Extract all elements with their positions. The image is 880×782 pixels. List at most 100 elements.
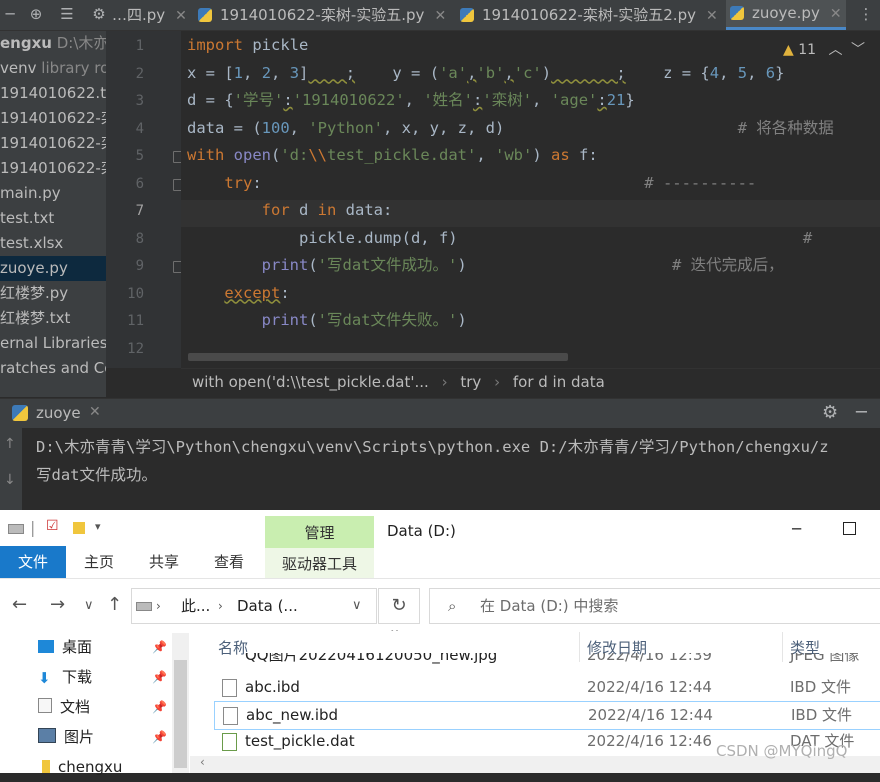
chevron-down-icon[interactable]: ∨	[352, 589, 362, 623]
gear-icon[interactable]: ⚙	[822, 402, 838, 423]
tree-item-selected[interactable]: zuoye.py	[0, 256, 106, 281]
recent-dropdown-icon[interactable]: ∨	[84, 598, 94, 613]
code-token: ;	[308, 63, 356, 82]
file-name: QQ图片20220416120050_new.jpg	[245, 653, 498, 664]
arrow-up-icon[interactable]: ↑	[4, 436, 16, 452]
tab-label: …四.py	[112, 6, 166, 24]
project-root[interactable]: engxu D:\木亦青	[0, 31, 106, 56]
pin-icon[interactable]: 📌	[152, 700, 167, 714]
breadcrumb-item[interactable]: try	[460, 373, 481, 391]
line-number[interactable]: 2	[106, 66, 144, 82]
forward-arrow-icon[interactable]: →	[50, 594, 65, 615]
tree-item[interactable]: 1914010622-栾	[0, 156, 106, 181]
line-number[interactable]: 3	[106, 93, 144, 109]
refresh-button[interactable]: ↻	[378, 588, 420, 624]
properties-icon[interactable]: ☑	[46, 518, 59, 534]
tree-item[interactable]: main.py	[0, 181, 61, 206]
back-arrow-icon[interactable]: ←	[12, 594, 27, 615]
tree-item[interactable]: 1914010622-栾	[0, 131, 106, 156]
run-tab-label[interactable]: zuoye	[36, 404, 81, 422]
tab-file-3[interactable]: 1914010622-栾树-实验五2.py ✕	[460, 0, 718, 30]
pin-icon[interactable]: 📌	[152, 640, 167, 654]
code-token: try	[224, 173, 253, 192]
line-number[interactable]: 7	[106, 203, 144, 219]
line-number[interactable]: 11	[106, 313, 144, 329]
tab-view[interactable]: 查看	[214, 546, 244, 578]
address-segment[interactable]: Data (...	[237, 589, 298, 623]
search-input[interactable]: ⌕ 在 Data (D:) 中搜索	[429, 588, 880, 624]
line-number[interactable]: 8	[106, 231, 144, 247]
file-row[interactable]: QQ图片20220416120050_new.jpg 2022/4/16 12:…	[214, 653, 880, 669]
code-editor[interactable]: import pickle x = [1, 2, 3] ; y = ('a','b…	[181, 31, 880, 368]
nav-item-desktop[interactable]: 桌面	[38, 632, 92, 662]
nav-item-downloads[interactable]: ⬇ 下载	[38, 662, 92, 692]
breadcrumb-item[interactable]: for d in data	[513, 373, 605, 391]
pin-icon[interactable]: 📌	[152, 730, 167, 744]
more-tabs-icon[interactable]: ⋮	[856, 4, 876, 24]
tree-item-external-libraries[interactable]: ernal Libraries	[0, 331, 106, 356]
pin-icon[interactable]: 📌	[152, 670, 167, 684]
folder-icon	[42, 760, 50, 773]
line-number[interactable]: 10	[106, 286, 144, 302]
code-token: )	[457, 311, 467, 329]
maximize-icon[interactable]	[843, 522, 856, 535]
chevron-up-icon[interactable]: ︿	[829, 42, 843, 58]
line-number[interactable]: 9	[106, 258, 144, 274]
code-token: test_pickle.dat'	[327, 146, 477, 164]
line-number[interactable]: 1	[106, 38, 144, 54]
line-number[interactable]: 4	[106, 121, 144, 137]
nav-item-documents[interactable]: 文档	[38, 692, 90, 722]
customize-dropdown-icon[interactable]: ▾	[95, 520, 101, 533]
context-tab-group: 管理	[265, 516, 374, 548]
project-tree: engxu D:\木亦青 venv library ro 1914010622.…	[0, 31, 106, 397]
nav-item-chengxu[interactable]: chengxu	[38, 752, 122, 782]
chevron-down-icon[interactable]: ﹀	[851, 42, 865, 58]
close-icon[interactable]: ✕	[706, 8, 718, 24]
tree-item[interactable]: test.txt	[0, 206, 54, 231]
close-icon[interactable]: ✕	[434, 8, 446, 24]
folder-icon[interactable]	[73, 522, 85, 534]
address-bar[interactable]: › 此... › Data (... ∨	[131, 588, 377, 624]
tree-item-venv[interactable]: venv library ro	[0, 56, 106, 81]
hide-icon[interactable]: ─	[856, 402, 867, 423]
tree-item[interactable]: 1914010622.tx	[0, 81, 106, 106]
run-console[interactable]: D:\木亦青青\学习\Python\chengxu\venv\Scripts\p…	[0, 428, 880, 510]
tab-file[interactable]: 文件	[0, 546, 66, 578]
tree-item[interactable]: 红楼梦.py	[0, 281, 68, 306]
file-row[interactable]: abc.ibd 2022/4/16 12:44 IBD 文件	[214, 674, 880, 701]
close-icon[interactable]: ✕	[89, 404, 101, 420]
line-number[interactable]: 5	[106, 148, 144, 164]
tree-item[interactable]: 红楼梦.txt	[0, 306, 70, 331]
code-line: import pickle	[187, 32, 308, 59]
hide-icon[interactable]: ─	[0, 4, 20, 24]
close-icon[interactable]: ✕	[830, 6, 842, 22]
tab-share[interactable]: 共享	[149, 546, 179, 578]
arrow-down-icon[interactable]: ↓	[4, 472, 16, 488]
nav-item-pictures[interactable]: 图片	[38, 722, 94, 752]
breadcrumb-item[interactable]: with open('d:\\test_pickle.dat'...	[192, 373, 429, 391]
chevron-right-icon: ›	[494, 373, 501, 391]
inspection-widget[interactable]: ▲ 11 ︿ ﹀	[783, 39, 880, 59]
tree-item[interactable]: test.xlsx	[0, 231, 63, 256]
tab-zuoye[interactable]: zuoye.py ✕	[726, 0, 846, 30]
up-arrow-icon[interactable]: ↑	[107, 594, 122, 615]
line-number[interactable]: 12	[106, 341, 144, 357]
line-number[interactable]: 6	[106, 176, 144, 192]
tree-item[interactable]: 1914010622-栾	[0, 106, 106, 131]
tree-item-scratches[interactable]: ratches and Co	[0, 356, 106, 381]
nav-scrollbar-thumb[interactable]	[174, 660, 187, 768]
collapse-icon[interactable]: ☰	[57, 4, 77, 24]
minimize-icon[interactable]: ─	[792, 520, 801, 538]
close-icon[interactable]: ✕	[175, 8, 187, 24]
target-icon[interactable]: ⊕	[26, 4, 46, 24]
tab-home[interactable]: 主页	[84, 546, 114, 578]
settings-icon[interactable]: ⚙	[89, 4, 109, 24]
address-segment[interactable]: 此...	[181, 589, 210, 623]
file-row-hovered[interactable]: abc_new.ibd 2022/4/16 12:44 IBD 文件	[214, 701, 880, 730]
scroll-left-icon[interactable]: ‹	[200, 755, 205, 769]
tab-file-2[interactable]: 1914010622-栾树-实验五.py ✕	[198, 0, 446, 30]
code-token: '姓名'	[423, 91, 474, 109]
tab-drive-tools[interactable]: 驱动器工具	[265, 548, 374, 578]
tab-file-1[interactable]: …四.py ✕	[112, 0, 187, 30]
editor-horizontal-scrollbar[interactable]	[188, 353, 568, 361]
